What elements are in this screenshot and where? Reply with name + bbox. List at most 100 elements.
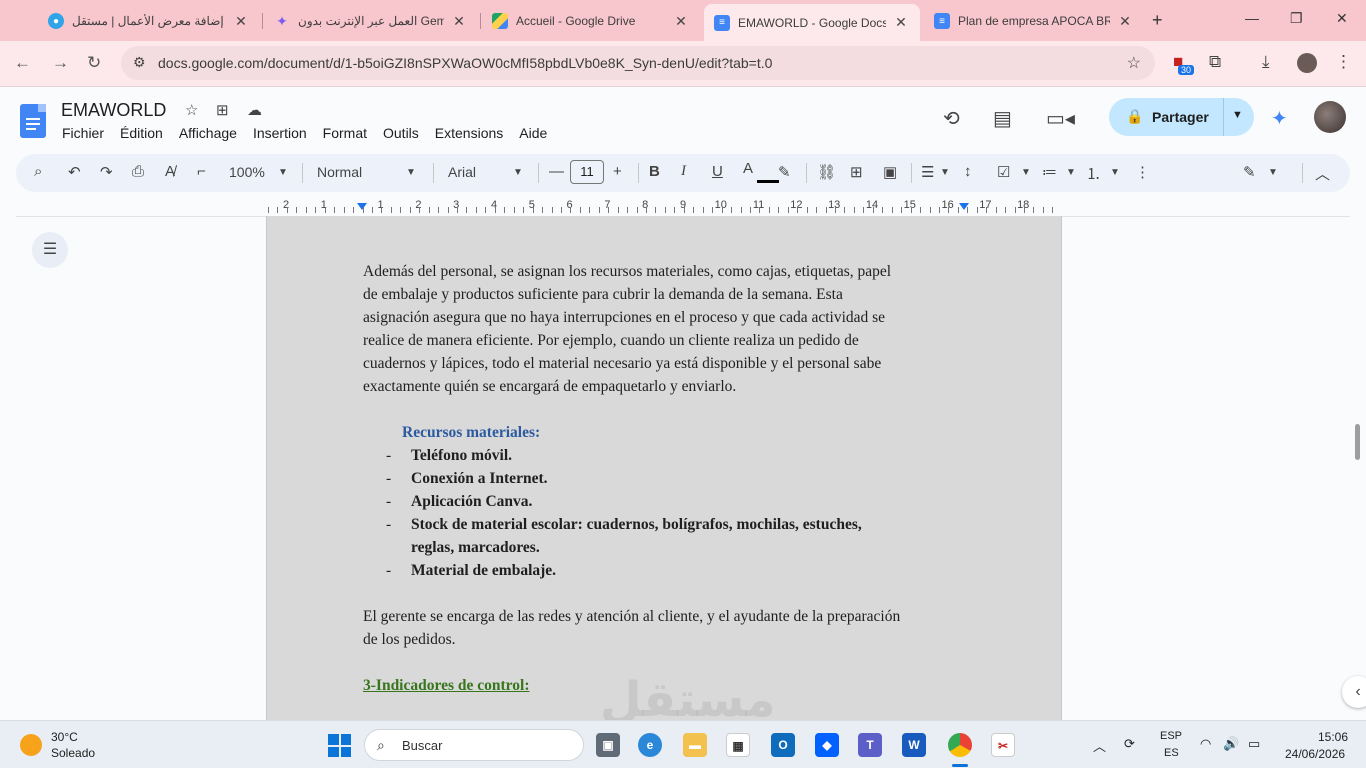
highlight-icon[interactable]: ✎ xyxy=(778,163,791,181)
chevron-down-icon[interactable]: ▼ xyxy=(1110,167,1120,178)
comments-icon[interactable]: ▤ xyxy=(993,106,1012,131)
paragraph-line[interactable]: realice de manera eficiente. Por ejemplo… xyxy=(363,332,859,350)
bold-icon[interactable]: B xyxy=(649,163,660,180)
new-tab-button[interactable]: + xyxy=(1152,10,1163,31)
sun-icon[interactable] xyxy=(20,734,42,756)
paragraph-line[interactable]: Además del personal, se asignan los recu… xyxy=(363,263,891,281)
close-icon[interactable]: ✕ xyxy=(232,13,250,30)
numbered-list-icon[interactable]: ⒈ xyxy=(1086,163,1101,184)
menu-outils[interactable]: Outils xyxy=(383,125,419,141)
chevron-down-icon[interactable]: ▼ xyxy=(1021,167,1031,178)
paint-format-icon[interactable]: ⌐ xyxy=(197,163,206,180)
paragraph-line[interactable]: exactamente quién se encargará de empaqu… xyxy=(363,378,736,396)
menu-insertion[interactable]: Insertion xyxy=(253,125,307,141)
menu-aide[interactable]: Aide xyxy=(519,125,547,141)
meet-icon[interactable]: ▭◂ xyxy=(1046,106,1075,131)
style-select[interactable]: Normal xyxy=(317,164,362,180)
extensions-puzzle-icon[interactable]: ⧉ xyxy=(1209,52,1221,72)
forward-icon[interactable]: → xyxy=(52,53,69,73)
share-button[interactable]: 🔒 Partager ▼ xyxy=(1109,98,1254,136)
chevron-down-icon[interactable]: ▼ xyxy=(278,167,288,178)
list-item[interactable]: Stock de material escolar: cuadernos, bo… xyxy=(411,516,862,534)
weather-description[interactable]: Soleado xyxy=(51,746,95,760)
list-item[interactable]: Material de embalaje. xyxy=(411,562,556,580)
add-comment-icon[interactable]: ⊞ xyxy=(850,163,863,181)
scrollbar-thumb[interactable] xyxy=(1355,424,1360,460)
move-folder-icon[interactable]: ⊞ xyxy=(216,101,229,119)
teams-icon[interactable]: T xyxy=(858,733,882,757)
menu-format[interactable]: Format xyxy=(323,125,367,141)
chrome-icon[interactable] xyxy=(948,733,972,757)
chevron-down-icon[interactable]: ▼ xyxy=(1268,167,1278,178)
volume-icon[interactable]: 🔊 xyxy=(1223,736,1239,752)
outline-icon[interactable]: ☰ xyxy=(32,232,68,268)
file-explorer-icon[interactable]: ▬ xyxy=(683,733,707,757)
more-options-icon[interactable]: ⋮ xyxy=(1135,163,1150,181)
list-item[interactable]: Aplicación Canva. xyxy=(411,493,532,511)
dropbox-icon[interactable]: ◆ xyxy=(815,733,839,757)
side-panel-toggle[interactable]: ‹ xyxy=(1342,676,1366,708)
collapse-menus-icon[interactable]: ︿ xyxy=(1315,163,1330,184)
profile-avatar[interactable] xyxy=(1297,53,1317,73)
minimize-icon[interactable]: — xyxy=(1245,10,1259,26)
sync-icon[interactable]: ⟳ xyxy=(1124,736,1135,752)
menu-kebab-icon[interactable]: ⋮ xyxy=(1335,52,1352,72)
restore-icon[interactable]: ❐ xyxy=(1290,10,1303,27)
italic-icon[interactable]: I xyxy=(681,163,686,180)
print-icon[interactable]: ⎙ xyxy=(132,163,144,180)
account-avatar[interactable] xyxy=(1314,101,1346,133)
keyboard-layout[interactable]: ES xyxy=(1164,747,1179,759)
battery-icon[interactable]: ▭ xyxy=(1248,736,1260,752)
line-spacing-icon[interactable]: ↕ xyxy=(964,163,972,180)
gemini-icon[interactable]: ✦ xyxy=(1271,106,1288,131)
chevron-down-icon[interactable]: ▼ xyxy=(1066,167,1076,178)
version-history-icon[interactable]: ⟲ xyxy=(943,106,960,131)
tab-drive[interactable]: Accueil - Google Drive ✕ xyxy=(482,6,700,36)
zoom-select[interactable]: 100% xyxy=(229,164,265,180)
clock-time[interactable]: 15:06 xyxy=(1318,730,1348,744)
outlook-icon[interactable]: O xyxy=(771,733,795,757)
word-icon[interactable]: W xyxy=(902,733,926,757)
ruler[interactable]: 2 1 1 2 3 4 5 6 7 8 9 10 11 12 13 14 15 16 17 18 xyxy=(266,199,1062,215)
language-indicator[interactable]: ESP xyxy=(1160,730,1182,742)
redo-icon[interactable]: ↷ xyxy=(100,163,113,181)
align-icon[interactable]: ☰ xyxy=(921,163,934,181)
task-view-icon[interactable]: ▣ xyxy=(596,733,620,757)
materials-heading[interactable]: Recursos materiales: xyxy=(402,424,540,442)
paragraph-line[interactable]: de los pedidos. xyxy=(363,631,456,649)
search-icon[interactable]: ⌕ xyxy=(34,163,42,180)
close-window-icon[interactable]: ✕ xyxy=(1336,10,1348,27)
editing-mode-icon[interactable]: ✎ xyxy=(1243,163,1256,181)
edge-icon[interactable]: e xyxy=(638,733,662,757)
cloud-status-icon[interactable]: ☁ xyxy=(247,101,262,119)
undo-icon[interactable]: ↶ xyxy=(68,163,81,181)
clock-date[interactable]: 24/06/2026 xyxy=(1285,747,1345,761)
site-info-icon[interactable]: ⚙ xyxy=(133,54,146,71)
underline-icon[interactable]: U xyxy=(712,163,723,180)
text-color-icon[interactable]: A xyxy=(743,160,753,177)
docs-logo-icon[interactable] xyxy=(20,104,46,138)
section-heading[interactable]: 3-Indicadores de control: xyxy=(363,677,529,695)
menu-edition[interactable]: Édition xyxy=(120,125,163,141)
paragraph-line[interactable]: asignación asegura que no haya interrupc… xyxy=(363,309,885,327)
close-icon[interactable]: ✕ xyxy=(672,13,690,30)
taskbar-search[interactable]: ⌕ Buscar xyxy=(364,729,584,761)
list-item-continuation[interactable]: reglas, marcadores. xyxy=(411,539,540,557)
address-bar[interactable]: ⚙ docs.google.com/document/d/1-b5oiGZI8n… xyxy=(121,46,1155,80)
paragraph-line[interactable]: El gerente se encarga de las redes y ate… xyxy=(363,608,900,626)
tab-mostaql[interactable]: ● إضافة معرض الأعمال | مستقل ✕ xyxy=(38,6,260,36)
decrease-font-icon[interactable]: — xyxy=(549,163,564,180)
paragraph-line[interactable]: de embalaje y productos suficiente para … xyxy=(363,286,843,304)
windows-start-icon[interactable] xyxy=(328,734,351,757)
increase-font-icon[interactable]: + xyxy=(613,163,622,180)
reload-icon[interactable]: ↻ xyxy=(87,53,101,73)
tab-plan-empresa[interactable]: ≡ Plan de empresa APOCA BRAS ✕ xyxy=(924,6,1144,36)
star-icon[interactable]: ☆ xyxy=(185,101,198,119)
font-select[interactable]: Arial xyxy=(448,164,476,180)
close-icon[interactable]: ✕ xyxy=(450,13,468,30)
paragraph-line[interactable]: cuadernos y lápices, todo el material ne… xyxy=(363,355,881,373)
list-item[interactable]: Conexión a Internet. xyxy=(411,470,547,488)
spellcheck-icon[interactable]: A̸ xyxy=(165,163,175,180)
chevron-down-icon[interactable]: ▼ xyxy=(513,167,523,178)
menu-affichage[interactable]: Affichage xyxy=(179,125,237,141)
